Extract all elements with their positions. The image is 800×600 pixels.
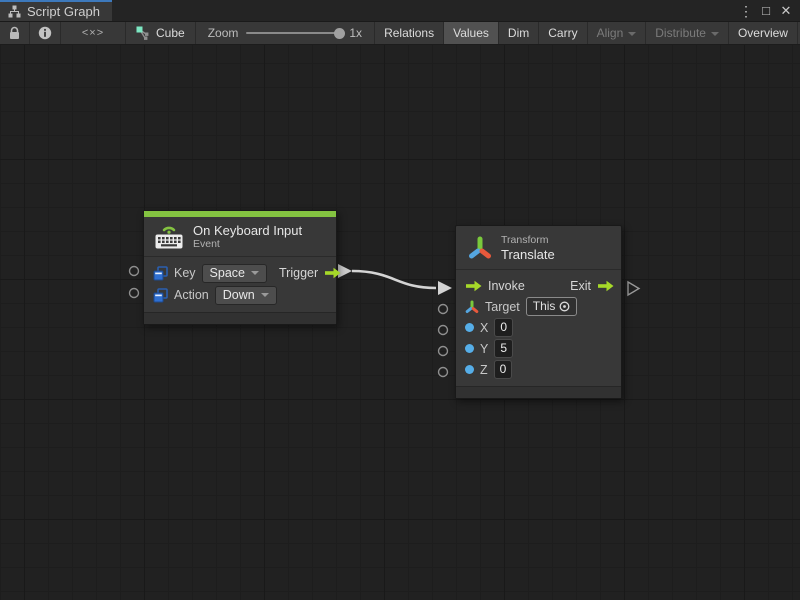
- node-title: Translate: [501, 247, 555, 262]
- distribute-button[interactable]: Distribute: [646, 22, 729, 44]
- z-value-field[interactable]: 0: [494, 360, 513, 379]
- value-port-dot: [465, 323, 474, 332]
- keyboard-icon: [154, 224, 184, 250]
- x-label: X: [480, 321, 488, 335]
- node-title: On Keyboard Input: [193, 223, 302, 238]
- z-row: Z 0: [456, 359, 621, 380]
- key-label: Key: [174, 266, 196, 280]
- node-category: Transform: [501, 234, 555, 247]
- code-view-icon: <×>: [82, 27, 104, 39]
- zoom-slider[interactable]: [246, 32, 341, 34]
- graph-reference-label: Cube: [156, 26, 185, 40]
- key-dropdown[interactable]: Space: [202, 264, 267, 283]
- key-row: Key Space Trigger: [144, 262, 336, 284]
- graph-reference[interactable]: Cube: [126, 22, 196, 44]
- axis-icon-small: [465, 300, 479, 314]
- y-input-port[interactable]: [439, 347, 448, 356]
- flow-arrow-icon: [465, 280, 482, 292]
- lock-icon: [8, 26, 21, 40]
- keyboard-node-titles: On Keyboard Input Event: [193, 223, 302, 251]
- transform-axis-icon: [468, 235, 492, 261]
- values-button[interactable]: Values: [444, 22, 499, 44]
- flow-arrow-icon: [324, 267, 341, 279]
- script-graph-window: Script Graph ⋮ □ ✕: [0, 0, 800, 600]
- window-maximize-icon[interactable]: □: [758, 1, 774, 21]
- transform-node-titles: Transform Translate: [501, 234, 555, 262]
- code-view-button[interactable]: <×>: [61, 22, 126, 44]
- value-port-dot: [465, 365, 474, 374]
- align-button[interactable]: Align: [588, 22, 647, 44]
- titlebar: Script Graph ⋮ □ ✕: [0, 0, 800, 22]
- y-row: Y 5: [456, 338, 621, 359]
- z-input-port[interactable]: [439, 368, 448, 377]
- on-keyboard-input-node[interactable]: On Keyboard Input Event Key Spac: [143, 210, 337, 325]
- target-row: Target This: [456, 296, 621, 317]
- graph-canvas[interactable]: On Keyboard Input Event Key Spac: [0, 45, 800, 600]
- connections-overlay: [0, 45, 800, 600]
- chevron-down-icon: [251, 271, 259, 275]
- action-input-port[interactable]: [130, 289, 139, 298]
- zoom-control: Zoom 1x: [196, 22, 374, 44]
- node-subtitle: Event: [193, 238, 302, 251]
- zoom-value: 1x: [349, 26, 362, 40]
- literal-icon: [153, 266, 168, 281]
- wire-arrowhead: [438, 281, 452, 295]
- trigger-label: Trigger: [279, 266, 318, 280]
- keyboard-node-header: On Keyboard Input Event: [144, 217, 336, 257]
- tab-label: Script Graph: [27, 4, 100, 19]
- target-object-field[interactable]: This: [526, 297, 578, 316]
- target-label: Target: [485, 300, 520, 314]
- chevron-down-icon: [711, 32, 719, 36]
- toolbar-left-group: <×> Cube Zoom 1x: [0, 22, 374, 44]
- graph-hierarchy-icon: [8, 5, 21, 18]
- graph-node-icon: [136, 26, 150, 40]
- transform-node-footer: [456, 386, 621, 398]
- window-menu-icon[interactable]: ⋮: [738, 1, 754, 21]
- value-port-dot: [465, 344, 474, 353]
- x-row: X 0: [456, 317, 621, 338]
- chevron-down-icon: [628, 32, 636, 36]
- carry-button[interactable]: Carry: [539, 22, 587, 44]
- invoke-row: Invoke Exit: [456, 275, 621, 296]
- keyboard-node-footer: [144, 312, 336, 324]
- object-picker-icon[interactable]: [559, 301, 570, 312]
- overview-button[interactable]: Overview: [729, 22, 798, 44]
- zoom-label: Zoom: [208, 26, 239, 40]
- tab-script-graph[interactable]: Script Graph: [0, 0, 112, 21]
- transform-translate-node[interactable]: Transform Translate Invoke Exit: [455, 225, 622, 399]
- key-input-port[interactable]: [130, 267, 139, 276]
- action-label: Action: [174, 288, 209, 302]
- x-input-port[interactable]: [439, 326, 448, 335]
- toolbar-right-group: Relations Values Dim Carry Align Distrib…: [374, 22, 800, 44]
- keyboard-node-body: Key Space Trigger: [144, 257, 336, 312]
- flow-arrow-icon: [597, 280, 614, 292]
- info-button[interactable]: [30, 22, 61, 44]
- action-row: Action Down: [144, 284, 336, 306]
- target-input-port[interactable]: [439, 305, 448, 314]
- lock-button[interactable]: [0, 22, 30, 44]
- trigger-invoke-wire[interactable]: [352, 271, 436, 288]
- relations-button[interactable]: Relations: [375, 22, 444, 44]
- y-value-field[interactable]: 5: [494, 339, 513, 358]
- x-value-field[interactable]: 0: [494, 318, 513, 337]
- dim-button[interactable]: Dim: [499, 22, 539, 44]
- z-label: Z: [480, 363, 488, 377]
- zoom-slider-knob[interactable]: [334, 28, 345, 39]
- exit-label: Exit: [570, 279, 591, 293]
- chevron-down-icon: [261, 293, 269, 297]
- graph-toolbar: <×> Cube Zoom 1x: [0, 22, 800, 45]
- window-close-icon[interactable]: ✕: [778, 1, 794, 21]
- titlebar-drag-area: ⋮ □ ✕: [112, 0, 800, 21]
- y-label: Y: [480, 342, 488, 356]
- transform-node-body: Invoke Exit: [456, 270, 621, 386]
- exit-output-port[interactable]: [628, 282, 639, 295]
- literal-icon: [153, 288, 168, 303]
- invoke-label: Invoke: [488, 279, 525, 293]
- action-dropdown[interactable]: Down: [215, 286, 277, 305]
- transform-node-header: Transform Translate: [456, 226, 621, 270]
- info-icon: [38, 26, 52, 40]
